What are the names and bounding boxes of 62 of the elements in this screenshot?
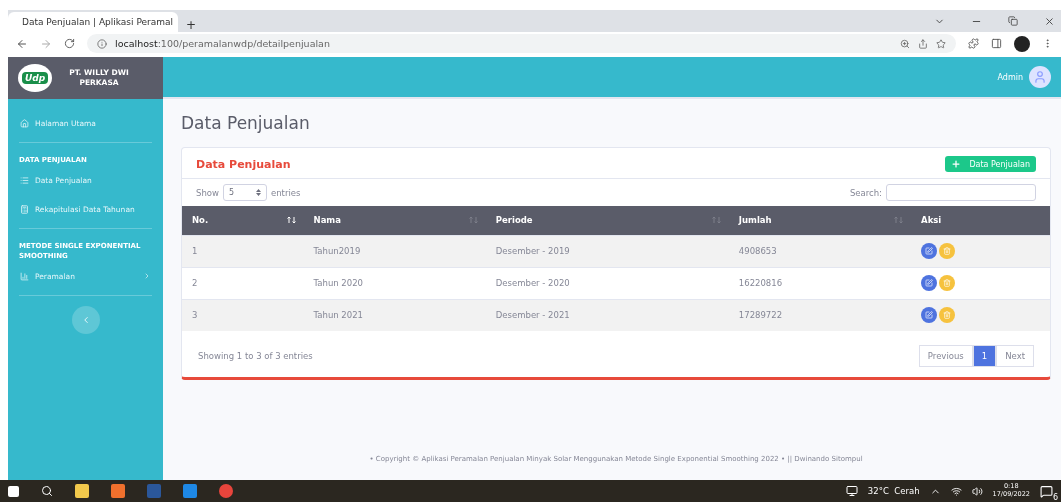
back-icon[interactable] (16, 37, 28, 50)
table-cell: Tahun2019 (303, 235, 486, 267)
table-cell: 17289722 (728, 299, 912, 331)
home-icon (20, 119, 29, 128)
edit-icon (925, 279, 934, 287)
sidebar-toggle-button[interactable] (71, 305, 100, 334)
table-cell: Desember - 2019 (485, 235, 729, 267)
table-cell: Desember - 2021 (485, 299, 729, 331)
table-cell: 2 (182, 267, 304, 299)
edit-icon (925, 247, 934, 255)
edit-button[interactable] (921, 307, 938, 324)
show-label: Show (196, 187, 219, 198)
edit-button[interactable] (921, 243, 938, 259)
close-icon[interactable] (1044, 15, 1055, 27)
trash-icon (943, 311, 952, 320)
entries-select[interactable]: 5 (222, 184, 267, 201)
chevron-right-icon (143, 272, 151, 280)
column-header[interactable]: Aksi (911, 206, 1050, 235)
column-header[interactable]: Periode (485, 206, 729, 235)
column-header[interactable]: No. (182, 206, 304, 235)
table-cell: Tahun 2020 (303, 267, 486, 299)
card-title: Data Penjualan (196, 157, 291, 171)
trash-icon (943, 279, 952, 287)
logo: Udp (18, 64, 52, 92)
reload-icon[interactable] (64, 38, 75, 49)
column-header[interactable]: Nama (303, 206, 486, 235)
browser-tab[interactable]: Data Penjualan | Aplikasi Peramal (8, 12, 178, 32)
address-bar[interactable]: localhost:100/peramalanwdp/detailpenjualan (87, 34, 956, 53)
volume-icon[interactable] (971, 485, 983, 497)
search-icon[interactable] (41, 485, 53, 497)
table-cell: Tahun 2021 (303, 299, 486, 331)
entries-label: entries (270, 187, 301, 198)
edit-button[interactable] (921, 275, 938, 291)
table-cell: 16220816 (728, 267, 912, 299)
edit-icon (925, 311, 934, 320)
new-tab-button[interactable]: + (186, 18, 197, 32)
plus-icon (951, 159, 962, 169)
page-button[interactable]: 1 (972, 345, 997, 367)
chart-icon (20, 271, 29, 281)
profile-avatar[interactable] (1014, 35, 1030, 52)
entries-info: Showing 1 to 3 of 3 entries (198, 351, 313, 361)
trash-icon (943, 247, 952, 255)
search-field[interactable] (886, 184, 1036, 201)
page-button[interactable]: Previous (918, 345, 973, 367)
table-cell: 1 (182, 235, 304, 267)
notification-icon[interactable] (1040, 484, 1053, 498)
calculator-icon (20, 204, 29, 214)
page-button[interactable]: Next (996, 345, 1034, 367)
table-cell: 3 (182, 299, 304, 331)
weather-text[interactable]: 32°C Cerah (867, 486, 920, 496)
table-cell: 4908653 (728, 235, 912, 267)
list-icon (20, 175, 29, 185)
puzzle-icon[interactable] (968, 38, 979, 49)
page-title: Data Penjualan (181, 113, 311, 133)
search-label: Search: (849, 187, 882, 198)
restore-icon[interactable] (1008, 15, 1018, 26)
updown-caret-icon (255, 189, 261, 196)
network-icon[interactable] (950, 485, 962, 497)
notification-count: 6 (1052, 492, 1058, 502)
side-panel-icon[interactable] (991, 38, 1002, 49)
table-cell: Desember - 2020 (485, 267, 729, 299)
column-header[interactable]: Jumlah (728, 206, 912, 235)
